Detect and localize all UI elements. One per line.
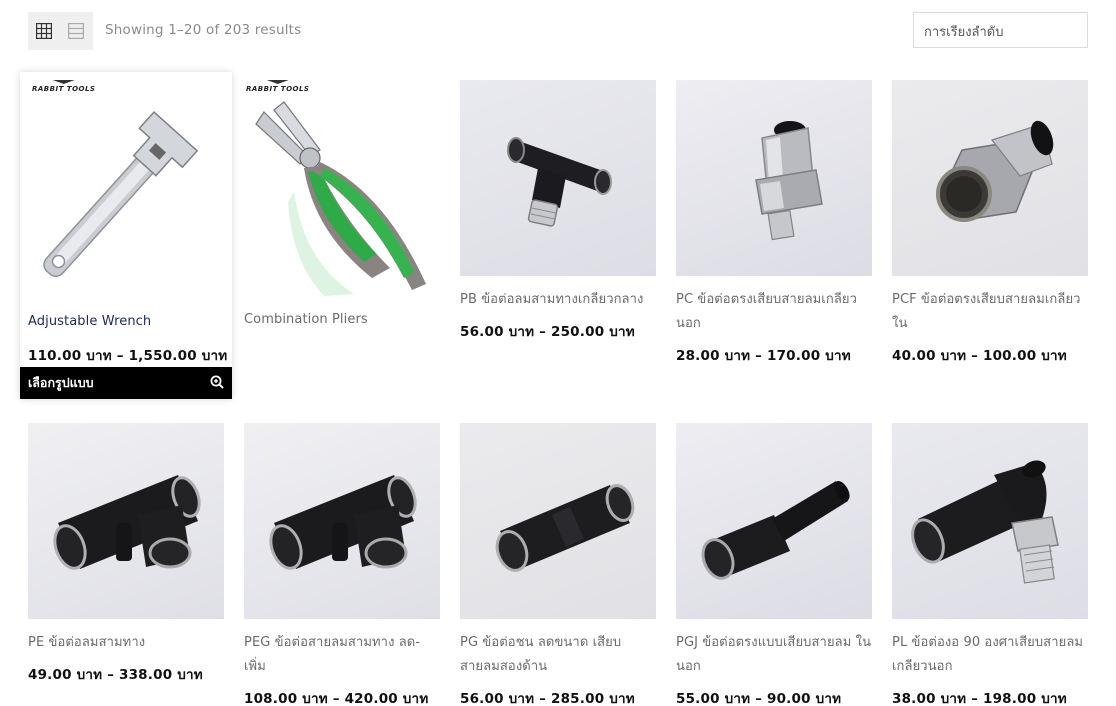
product-title[interactable]: Combination Pliers <box>244 308 440 332</box>
select-options-button[interactable]: เลือกรูปแบบ <box>20 367 232 399</box>
product-price: 40.00 บาท – 100.00 บาท <box>892 348 1067 364</box>
product-price: 56.00 บาท – 250.00 บาท <box>460 324 635 340</box>
grid-view-icon[interactable] <box>28 12 60 50</box>
straight-fitting-image <box>755 121 823 241</box>
product-card[interactable]: PCF ข้อต่อตรงเสียบสายลมเกลียวใน 40.00 บา… <box>892 80 1088 366</box>
product-price: 28.00 บาท – 170.00 บาท <box>676 348 851 364</box>
brand-logo: RABBIT TOOLS <box>32 80 95 93</box>
wrench-image <box>43 110 199 278</box>
product-image[interactable] <box>460 423 656 619</box>
reducing-tee-image <box>269 475 417 570</box>
product-card[interactable]: RABBIT TOOLS Adjustable Wrench 110.00 บา… <box>20 72 232 399</box>
product-image[interactable]: RABBIT TOOLS <box>244 72 440 298</box>
product-image[interactable] <box>892 423 1088 619</box>
list-view-icon[interactable] <box>60 12 92 50</box>
product-card[interactable]: PE ข้อต่อลมสามทาง 49.00 บาท – 338.00 บาท <box>28 423 224 685</box>
result-count: Showing 1–20 of 203 results <box>105 22 302 38</box>
product-title[interactable]: PB ข้อต่อลมสามทางเกลียวกลาง <box>460 288 656 312</box>
brand-logo: RABBIT TOOLS <box>246 80 309 93</box>
union-tee-image <box>53 475 201 570</box>
select-options-label: เลือกรูปแบบ <box>28 375 94 390</box>
product-title[interactable]: PC ข้อต่อตรงเสียบสายลมเกลียวนอก <box>676 288 872 336</box>
product-title[interactable]: PE ข้อต่อลมสามทาง <box>28 631 224 655</box>
product-price: 110.00 บาท – 1,550.00 บาท <box>28 348 228 364</box>
product-image[interactable] <box>28 423 224 619</box>
product-image[interactable] <box>676 80 872 276</box>
shop-toolbar: Showing 1–20 of 203 results การเรียงลำดั… <box>28 12 1088 50</box>
product-image[interactable] <box>460 80 656 276</box>
product-card[interactable]: PL ข้อต่องอ 90 องศาเสียบสายลมเกลียวนอก 3… <box>892 423 1088 706</box>
product-title[interactable]: PL ข้อต่องอ 90 องศาเสียบสายลมเกลียวนอก <box>892 631 1088 679</box>
reducer-union-image <box>495 484 635 572</box>
product-card[interactable]: PG ข้อต่อชน ลดขนาด เสียบสายลมสองด้าน 56.… <box>460 423 656 706</box>
product-card[interactable]: PB ข้อต่อลมสามทางเกลียวกลาง 56.00 บาท – … <box>460 80 656 342</box>
product-title[interactable]: PGJ ข้อต่อตรงแบบเสียบสายลม ในนอก <box>676 631 872 679</box>
product-card[interactable]: PEG ข้อต่อสายลมสามทาง ลด-เพิ่ม 108.00 บา… <box>244 423 440 706</box>
product-image[interactable] <box>892 80 1088 276</box>
tee-fitting-image <box>507 137 612 227</box>
female-fitting-image <box>936 120 1054 222</box>
product-card[interactable]: PC ข้อต่อตรงเสียบสายลมเกลียวนอก 28.00 บา… <box>676 80 872 366</box>
product-card[interactable]: PGJ ข้อต่อตรงแบบเสียบสายลม ในนอก 55.00 บ… <box>676 423 872 706</box>
product-image[interactable] <box>676 423 872 619</box>
product-price: 108.00 บาท – 420.00 บาท <box>244 691 429 706</box>
product-title[interactable]: PEG ข้อต่อสายลมสามทาง ลด-เพิ่ม <box>244 631 440 679</box>
product-title[interactable]: PG ข้อต่อชน ลดขนาด เสียบสายลมสองด้าน <box>460 631 656 679</box>
elbow-fitting-image <box>911 460 1059 584</box>
product-price: 55.00 บาท – 90.00 บาท <box>676 691 842 706</box>
sort-select[interactable]: การเรียงลำดับ <box>913 12 1088 48</box>
product-image[interactable]: RABBIT TOOLS <box>20 72 232 298</box>
product-price: 49.00 บาท – 338.00 บาท <box>28 667 203 683</box>
product-card[interactable]: RABBIT TOOLS Combination Pliers <box>244 72 440 332</box>
product-title[interactable]: Adjustable Wrench <box>28 310 232 334</box>
product-image[interactable] <box>244 423 440 619</box>
product-price: 56.00 บาท – 285.00 บาท <box>460 691 635 706</box>
product-title[interactable]: PCF ข้อต่อตรงเสียบสายลมเกลียวใน <box>892 288 1088 336</box>
view-toggle <box>28 12 93 50</box>
zoom-in-icon[interactable] <box>210 375 224 392</box>
product-price: 38.00 บาท – 198.00 บาท <box>892 691 1067 706</box>
plug-in-reducer-image <box>701 481 850 580</box>
pliers-image <box>255 101 426 296</box>
